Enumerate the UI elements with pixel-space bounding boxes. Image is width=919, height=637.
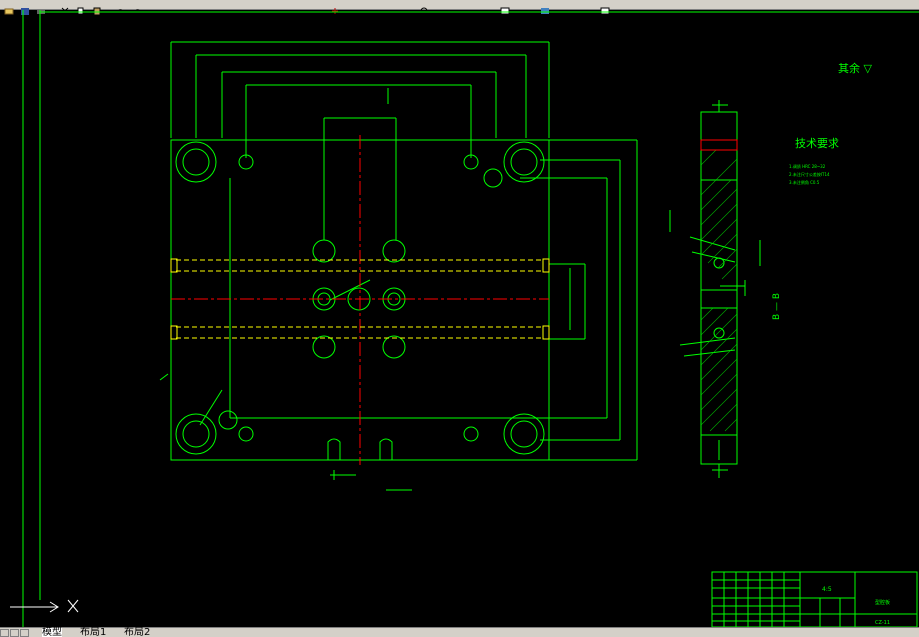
toolbar bbox=[0, 0, 919, 16]
tab-layout2[interactable]: 布局2 bbox=[124, 628, 150, 637]
stock-note: 其余 ▽ bbox=[838, 61, 872, 75]
front-view bbox=[159, 41, 638, 491]
tab-prev-icon[interactable] bbox=[10, 629, 19, 637]
tech-line-1: 1.调质 HRC 28~32 bbox=[789, 163, 826, 169]
tech-line-3: 3.未注倒角 C0.5 bbox=[789, 179, 820, 185]
save-icon[interactable] bbox=[20, 0, 30, 15]
center-lines bbox=[171, 135, 549, 465]
drawing-canvas[interactable]: 其余 ▽ 技术要求 1.调质 HRC 28~32 2.未注尺寸公差按IT14 3… bbox=[0, 10, 919, 627]
title-code: CZ-11 bbox=[875, 620, 890, 626]
tech-title: 技术要求 bbox=[795, 137, 839, 150]
title-part: 型腔板 bbox=[875, 599, 890, 606]
redo-icon[interactable] bbox=[132, 0, 142, 14]
cut-icon[interactable] bbox=[60, 0, 70, 15]
copy-icon[interactable] bbox=[76, 0, 86, 15]
tech-line-2: 2.未注尺寸公差按IT14 bbox=[789, 171, 830, 177]
open-icon[interactable] bbox=[4, 0, 14, 15]
tab-layout1[interactable]: 布局1 bbox=[80, 628, 106, 637]
cad-application: 其余 ▽ 技术要求 1.调质 HRC 28~32 2.未注尺寸公差按IT14 3… bbox=[0, 0, 919, 637]
section-label: B — B bbox=[772, 293, 782, 320]
undo-icon[interactable] bbox=[116, 0, 126, 14]
pan-icon[interactable] bbox=[330, 0, 340, 14]
layout-tab-bar: 模型 布局1 布局2 bbox=[0, 627, 919, 637]
title-scale: 4:5 bbox=[822, 586, 832, 593]
tab-first-icon[interactable] bbox=[0, 629, 9, 637]
tab-next-icon[interactable] bbox=[20, 629, 29, 637]
properties-icon[interactable] bbox=[500, 0, 510, 15]
section-view bbox=[669, 100, 761, 478]
help-icon[interactable] bbox=[600, 0, 610, 15]
tab-model[interactable]: 模型 bbox=[42, 628, 62, 637]
paste-icon[interactable] bbox=[92, 0, 102, 16]
ucs-icon bbox=[10, 599, 79, 613]
zoom-icon[interactable] bbox=[420, 0, 430, 15]
layer-icon[interactable] bbox=[540, 0, 550, 14]
print-icon[interactable] bbox=[36, 0, 46, 14]
